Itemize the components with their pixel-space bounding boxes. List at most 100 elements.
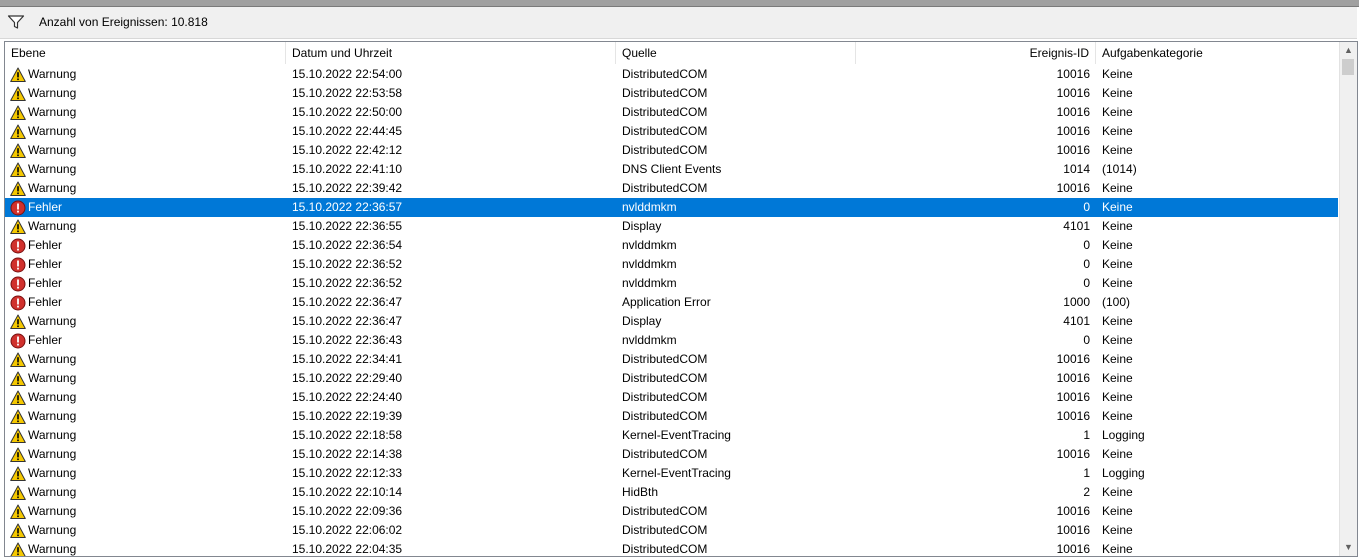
source-cell: DistributedCOM [622, 352, 708, 366]
column-header-datetime[interactable]: Datum und Uhrzeit [286, 42, 615, 64]
table-row[interactable]: Fehler 15.10.2022 22:36:54 nvlddmkm 0 Keine [5, 236, 1338, 255]
warning-icon [10, 504, 26, 520]
vertical-scrollbar[interactable]: ▲ ▼ [1339, 42, 1357, 556]
task-category-cell: Keine [1102, 485, 1133, 499]
source-cell: DistributedCOM [622, 390, 708, 404]
event-list[interactable]: Ebene Datum und Uhrzeit Quelle Ereignis-… [4, 41, 1358, 557]
warning-icon [10, 466, 26, 482]
table-row[interactable]: Fehler 15.10.2022 22:36:52 nvlddmkm 0 Keine [5, 255, 1338, 274]
level-cell: Fehler [28, 295, 63, 309]
column-header-source[interactable]: Quelle [616, 42, 855, 64]
warning-icon [10, 352, 26, 368]
level-cell: Warnung [28, 409, 77, 423]
event-id-cell: 10016 [1056, 371, 1090, 385]
level-cell: Warnung [28, 314, 77, 328]
datetime-cell: 15.10.2022 22:18:58 [292, 428, 403, 442]
table-row[interactable]: Warnung 15.10.2022 22:50:00 DistributedCOM… [5, 103, 1338, 122]
table-row[interactable]: Warnung 15.10.2022 22:36:47 Display 4101 Kei… [5, 312, 1338, 331]
level-cell: Warnung [28, 86, 77, 100]
column-header-row: Ebene Datum und Uhrzeit Quelle Ereignis-… [5, 42, 1338, 64]
event-id-cell: 1014 [1063, 162, 1090, 176]
table-row[interactable]: Fehler 15.10.2022 22:36:43 nvlddmkm 0 Keine [5, 331, 1338, 350]
source-cell: Display [622, 219, 662, 233]
source-cell: Application Error [622, 295, 711, 309]
table-row[interactable]: Warnung 15.10.2022 22:19:39 DistributedCOM… [5, 407, 1338, 426]
event-id-cell: 0 [1083, 276, 1090, 290]
task-category-cell: Keine [1102, 143, 1133, 157]
table-row[interactable]: Warnung 15.10.2022 22:10:14 HidBth 2 Keine [5, 483, 1338, 502]
table-row[interactable]: Warnung 15.10.2022 22:18:58 Kernel-EventTr… [5, 426, 1338, 445]
table-row[interactable]: Fehler 15.10.2022 22:36:57 nvlddmkm 0 Keine [5, 198, 1338, 217]
column-header-level[interactable]: Ebene [5, 42, 285, 64]
table-row[interactable]: Warnung 15.10.2022 22:09:36 DistributedCOM… [5, 502, 1338, 521]
table-row[interactable]: Warnung 15.10.2022 22:14:38 DistributedCOM… [5, 445, 1338, 464]
source-cell: Kernel-EventTracing [622, 466, 731, 480]
table-row[interactable]: Fehler 15.10.2022 22:36:47 Application Err… [5, 293, 1338, 312]
source-cell: DistributedCOM [622, 523, 708, 537]
level-cell: Warnung [28, 143, 77, 157]
source-cell: nvlddmkm [622, 200, 677, 214]
task-category-cell: Keine [1102, 371, 1133, 385]
level-cell: Warnung [28, 352, 77, 366]
error-icon [10, 200, 26, 216]
source-cell: nvlddmkm [622, 238, 677, 252]
table-row[interactable]: Warnung 15.10.2022 22:53:58 DistributedCOM… [5, 84, 1338, 103]
source-cell: DistributedCOM [622, 105, 708, 119]
source-cell: DistributedCOM [622, 542, 708, 556]
table-row[interactable]: Warnung 15.10.2022 22:39:42 DistributedCOM… [5, 179, 1338, 198]
datetime-cell: 15.10.2022 22:36:55 [292, 219, 403, 233]
level-cell: Warnung [28, 485, 77, 499]
task-category-cell: Keine [1102, 352, 1133, 366]
level-cell: Warnung [28, 162, 77, 176]
event-id-cell: 10016 [1056, 504, 1090, 518]
table-row[interactable]: Warnung 15.10.2022 22:24:40 DistributedCOM… [5, 388, 1338, 407]
warning-icon [10, 181, 26, 197]
scrollbar-thumb[interactable] [1342, 59, 1354, 75]
warning-icon [10, 162, 26, 178]
table-row[interactable]: Warnung 15.10.2022 22:29:40 DistributedCOM… [5, 369, 1338, 388]
datetime-cell: 15.10.2022 22:04:35 [292, 542, 403, 556]
filter-icon[interactable] [7, 14, 25, 30]
scroll-up-icon[interactable]: ▲ [1340, 42, 1357, 59]
table-row[interactable]: Warnung 15.10.2022 22:34:41 DistributedCOM… [5, 350, 1338, 369]
event-id-cell: 1 [1083, 466, 1090, 480]
error-icon [10, 276, 26, 292]
datetime-cell: 15.10.2022 22:50:00 [292, 105, 403, 119]
warning-icon [10, 447, 26, 463]
scroll-down-icon[interactable]: ▼ [1340, 539, 1357, 556]
task-category-cell: Keine [1102, 542, 1133, 556]
table-row[interactable]: Warnung 15.10.2022 22:04:35 DistributedCOM… [5, 540, 1338, 556]
table-row[interactable]: Warnung 15.10.2022 22:42:12 DistributedCOM… [5, 141, 1338, 160]
datetime-cell: 15.10.2022 22:53:58 [292, 86, 403, 100]
source-cell: HidBth [622, 485, 659, 499]
source-cell: DistributedCOM [622, 371, 708, 385]
source-cell: DistributedCOM [622, 504, 708, 518]
event-id-cell: 10016 [1056, 86, 1090, 100]
level-cell: Fehler [28, 276, 63, 290]
source-cell: Kernel-EventTracing [622, 428, 731, 442]
task-category-cell: Keine [1102, 124, 1133, 138]
task-category-cell: Keine [1102, 409, 1133, 423]
warning-icon [10, 390, 26, 406]
table-row[interactable]: Warnung 15.10.2022 22:41:10 DNS Client Eve… [5, 160, 1338, 179]
table-row[interactable]: Warnung 15.10.2022 22:54:00 DistributedCOM… [5, 65, 1338, 84]
task-category-cell: Keine [1102, 86, 1133, 100]
column-header-task-category[interactable]: Aufgabenkategorie [1096, 42, 1338, 64]
task-category-cell: Keine [1102, 333, 1133, 347]
table-row[interactable]: Warnung 15.10.2022 22:36:55 Display 4101 Kei… [5, 217, 1338, 236]
column-header-event-id[interactable]: Ereignis-ID [856, 42, 1095, 64]
level-cell: Warnung [28, 181, 77, 195]
event-id-cell: 10016 [1056, 390, 1090, 404]
event-id-cell: 4101 [1063, 314, 1090, 328]
datetime-cell: 15.10.2022 22:29:40 [292, 371, 403, 385]
table-row[interactable]: Fehler 15.10.2022 22:36:52 nvlddmkm 0 Keine [5, 274, 1338, 293]
event-id-cell: 0 [1083, 238, 1090, 252]
error-icon [10, 238, 26, 254]
task-category-cell: Keine [1102, 523, 1133, 537]
table-row[interactable]: Warnung 15.10.2022 22:06:02 DistributedCOM… [5, 521, 1338, 540]
source-cell: DistributedCOM [622, 181, 708, 195]
event-id-cell: 10016 [1056, 124, 1090, 138]
source-cell: DistributedCOM [622, 409, 708, 423]
table-row[interactable]: Warnung 15.10.2022 22:12:33 Kernel-EventTr… [5, 464, 1338, 483]
table-row[interactable]: Warnung 15.10.2022 22:44:45 DistributedCOM… [5, 122, 1338, 141]
